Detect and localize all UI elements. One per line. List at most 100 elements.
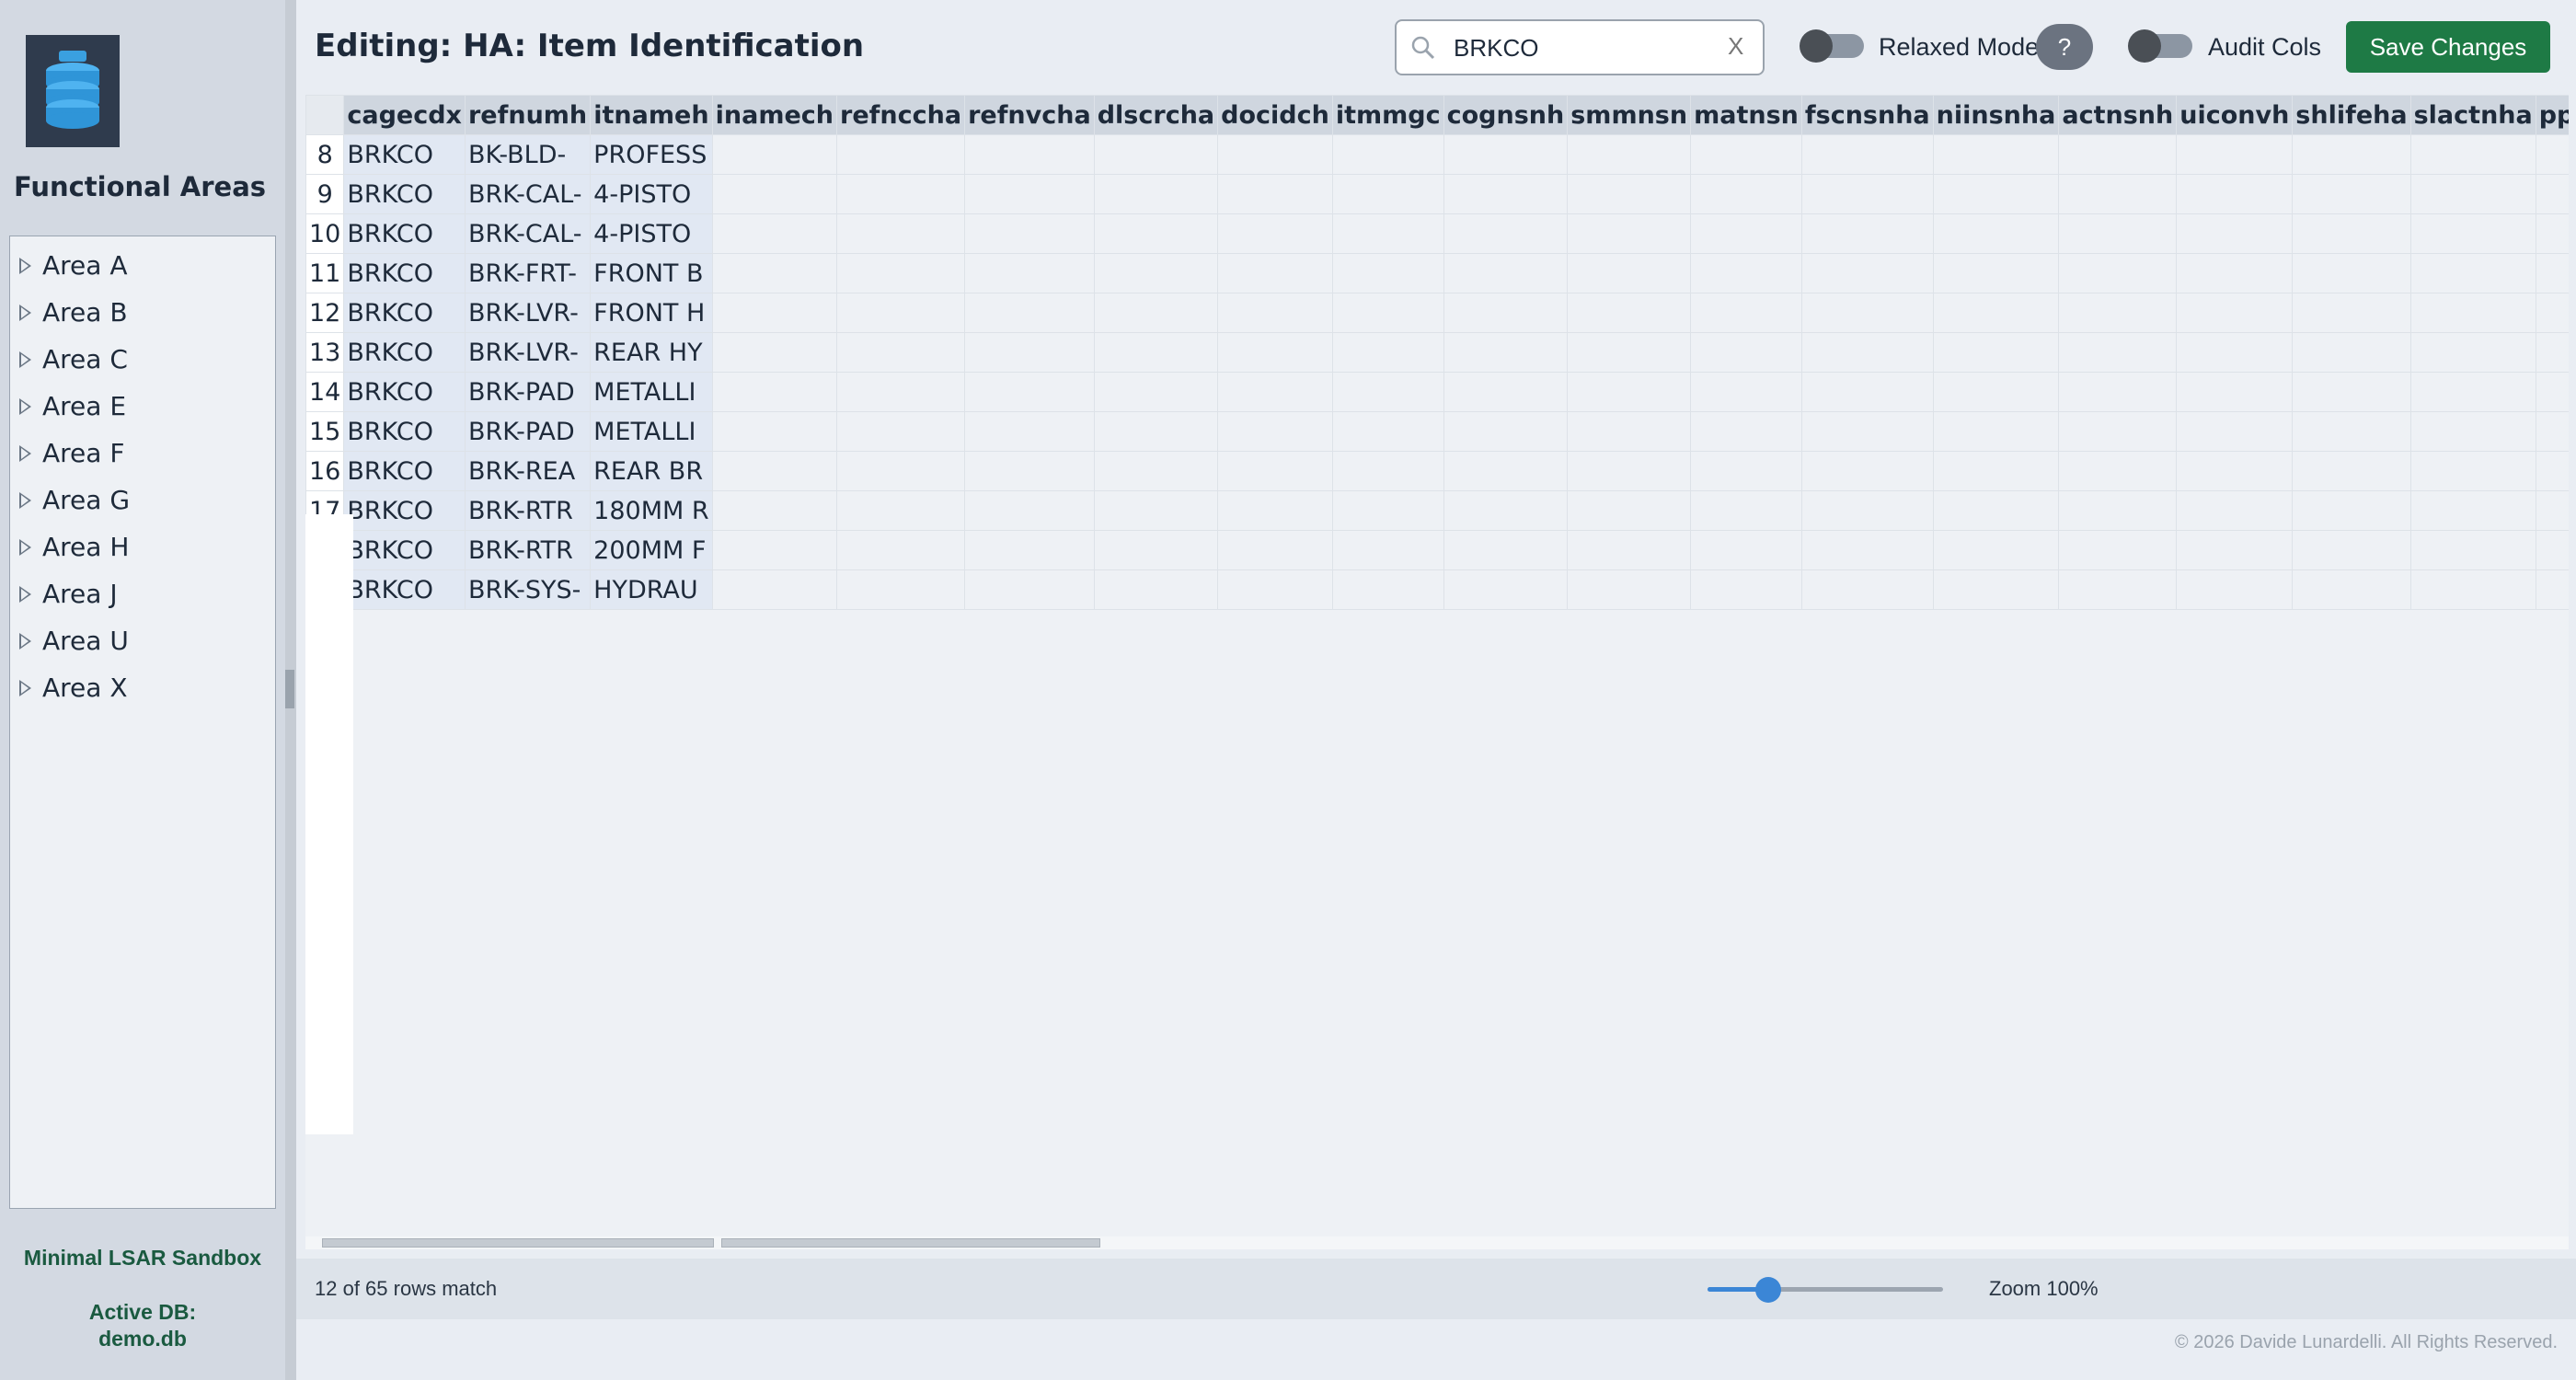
table-cell[interactable] bbox=[964, 530, 1095, 570]
table-cell[interactable] bbox=[2176, 253, 2294, 293]
table-cell[interactable] bbox=[1331, 213, 1444, 254]
table-cell[interactable] bbox=[2409, 174, 2536, 214]
table-cell[interactable]: BRKCO bbox=[343, 569, 466, 610]
table-cell[interactable] bbox=[2058, 174, 2178, 214]
table-cell[interactable] bbox=[1217, 174, 1333, 214]
table-cell[interactable] bbox=[2409, 490, 2536, 531]
table-cell[interactable] bbox=[1690, 569, 1802, 610]
table-cell[interactable] bbox=[2292, 490, 2411, 531]
table-cell[interactable] bbox=[2292, 411, 2411, 452]
table-cell[interactable]: 180MM R bbox=[590, 490, 713, 531]
table-cell[interactable] bbox=[1331, 332, 1444, 373]
column-header[interactable]: smmnsn bbox=[1567, 95, 1692, 135]
table-cell[interactable] bbox=[964, 451, 1095, 491]
column-header[interactable]: refnccha bbox=[836, 95, 966, 135]
table-cell[interactable] bbox=[1093, 332, 1219, 373]
table-cell[interactable] bbox=[2292, 569, 2411, 610]
table-cell[interactable] bbox=[1443, 174, 1569, 214]
table-cell[interactable] bbox=[1331, 569, 1444, 610]
table-cell[interactable] bbox=[2409, 451, 2536, 491]
table-cell[interactable] bbox=[2535, 213, 2569, 254]
table-cell[interactable] bbox=[1093, 293, 1219, 333]
column-header[interactable]: shlifeha bbox=[2292, 95, 2411, 135]
table-cell[interactable] bbox=[1217, 253, 1333, 293]
table-cell[interactable] bbox=[1690, 213, 1802, 254]
sidebar-item-area-u[interactable]: Area U bbox=[10, 617, 275, 664]
table-cell[interactable] bbox=[836, 569, 966, 610]
table-cell[interactable] bbox=[1217, 372, 1333, 412]
table-cell[interactable] bbox=[1093, 174, 1219, 214]
splitter-grip[interactable] bbox=[285, 670, 294, 708]
table-cell[interactable] bbox=[964, 174, 1095, 214]
table-cell[interactable] bbox=[2535, 569, 2569, 610]
table-cell[interactable] bbox=[2176, 451, 2294, 491]
table-cell[interactable] bbox=[1093, 134, 1219, 175]
table-cell[interactable] bbox=[2535, 134, 2569, 175]
row-number[interactable]: 11 bbox=[305, 253, 345, 293]
table-cell[interactable] bbox=[1093, 372, 1219, 412]
table-cell[interactable] bbox=[836, 213, 966, 254]
chevron-right-icon[interactable] bbox=[19, 491, 31, 509]
table-cell[interactable] bbox=[1800, 569, 1934, 610]
table-cell[interactable] bbox=[1932, 174, 2060, 214]
table-cell[interactable] bbox=[1932, 372, 2060, 412]
horizontal-scrollbar[interactable] bbox=[305, 1236, 2569, 1249]
row-number[interactable]: 8 bbox=[305, 134, 345, 175]
table-cell[interactable] bbox=[2292, 530, 2411, 570]
table-cell[interactable] bbox=[1093, 490, 1219, 531]
table-cell[interactable]: BRK-LVR- bbox=[464, 332, 592, 373]
table-cell[interactable] bbox=[836, 134, 966, 175]
table-cell[interactable] bbox=[711, 372, 838, 412]
table-cell[interactable] bbox=[1217, 451, 1333, 491]
table-cell[interactable] bbox=[711, 174, 838, 214]
table-cell[interactable] bbox=[1932, 451, 2060, 491]
table-cell[interactable] bbox=[1217, 134, 1333, 175]
row-number[interactable]: 14 bbox=[305, 372, 345, 412]
table-cell[interactable] bbox=[711, 530, 838, 570]
table-cell[interactable] bbox=[711, 569, 838, 610]
table-cell[interactable] bbox=[1331, 451, 1444, 491]
table-cell[interactable] bbox=[836, 530, 966, 570]
table-cell[interactable] bbox=[1800, 293, 1934, 333]
zoom-slider-handle[interactable] bbox=[1755, 1277, 1781, 1303]
column-header[interactable]: itmmgc bbox=[1331, 95, 1444, 135]
column-header[interactable]: inamech bbox=[711, 95, 838, 135]
scrollbar-thumb[interactable] bbox=[721, 1238, 1100, 1248]
row-number[interactable]: 10 bbox=[305, 213, 345, 254]
table-cell[interactable] bbox=[2292, 213, 2411, 254]
table-cell[interactable] bbox=[711, 490, 838, 531]
table-cell[interactable] bbox=[711, 332, 838, 373]
row-number[interactable]: 16 bbox=[305, 451, 345, 491]
table-cell[interactable] bbox=[1331, 293, 1444, 333]
table-cell[interactable] bbox=[1932, 293, 2060, 333]
table-cell[interactable]: BRKCO bbox=[343, 332, 466, 373]
table-cell[interactable] bbox=[2058, 490, 2178, 531]
column-header[interactable]: cagecdx bbox=[343, 95, 466, 135]
table-cell[interactable] bbox=[964, 332, 1095, 373]
table-cell[interactable] bbox=[964, 213, 1095, 254]
table-cell[interactable]: FRONT H bbox=[590, 293, 713, 333]
table-cell[interactable] bbox=[1690, 530, 1802, 570]
table-cell[interactable]: METALLI bbox=[590, 411, 713, 452]
table-cell[interactable] bbox=[1932, 253, 2060, 293]
table-cell[interactable] bbox=[1690, 490, 1802, 531]
table-cell[interactable] bbox=[2535, 332, 2569, 373]
table-cell[interactable] bbox=[836, 253, 966, 293]
table-cell[interactable] bbox=[2535, 293, 2569, 333]
table-cell[interactable]: BRKCO bbox=[343, 411, 466, 452]
table-cell[interactable]: BRKCO bbox=[343, 451, 466, 491]
table-cell[interactable]: HYDRAU bbox=[590, 569, 713, 610]
table-cell[interactable] bbox=[1567, 174, 1692, 214]
table-cell[interactable] bbox=[711, 134, 838, 175]
table-cell[interactable] bbox=[2176, 293, 2294, 333]
table-cell[interactable]: BRK-LVR- bbox=[464, 293, 592, 333]
table-cell[interactable] bbox=[2176, 332, 2294, 373]
table-cell[interactable] bbox=[836, 293, 966, 333]
table-cell[interactable] bbox=[711, 253, 838, 293]
save-changes-button[interactable]: Save Changes bbox=[2346, 21, 2550, 73]
sidebar-item-area-a[interactable]: Area A bbox=[10, 242, 275, 289]
row-number[interactable]: 9 bbox=[305, 174, 345, 214]
table-cell[interactable] bbox=[964, 411, 1095, 452]
table-cell[interactable] bbox=[2292, 253, 2411, 293]
table-cell[interactable] bbox=[1443, 293, 1569, 333]
